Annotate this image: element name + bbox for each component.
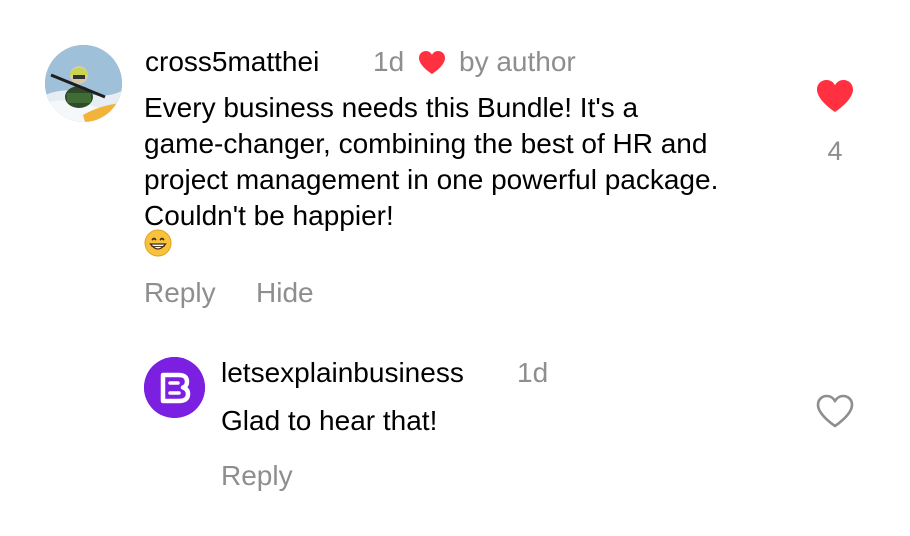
brand-logo-icon [144, 357, 205, 418]
reply-text: Glad to hear that! [221, 405, 438, 436]
avatar-photo [45, 45, 122, 122]
like-button-filled-heart-icon[interactable] [815, 78, 855, 114]
like-count: 4 [827, 136, 843, 166]
reply-reply-button[interactable]: Reply [221, 460, 293, 492]
avatar[interactable] [45, 45, 122, 122]
hide-button[interactable]: Hide [256, 277, 314, 309]
like-button-outline-heart-icon[interactable] [815, 393, 855, 429]
grinning-face-emoji-icon [144, 229, 172, 257]
comment-text: Every business needs this Bundle! It's a… [144, 92, 719, 231]
liked-by-author-label: by author [459, 46, 576, 77]
reply-time: 1d [517, 357, 549, 388]
comment-time: 1d [373, 46, 405, 77]
reply-username[interactable]: letsexplainbusiness [221, 357, 464, 389]
author-liked-heart-icon [419, 51, 445, 74]
reply-avatar[interactable] [144, 357, 205, 418]
reply-button[interactable]: Reply [144, 277, 216, 309]
comment-username[interactable]: cross5matthei [145, 46, 319, 78]
